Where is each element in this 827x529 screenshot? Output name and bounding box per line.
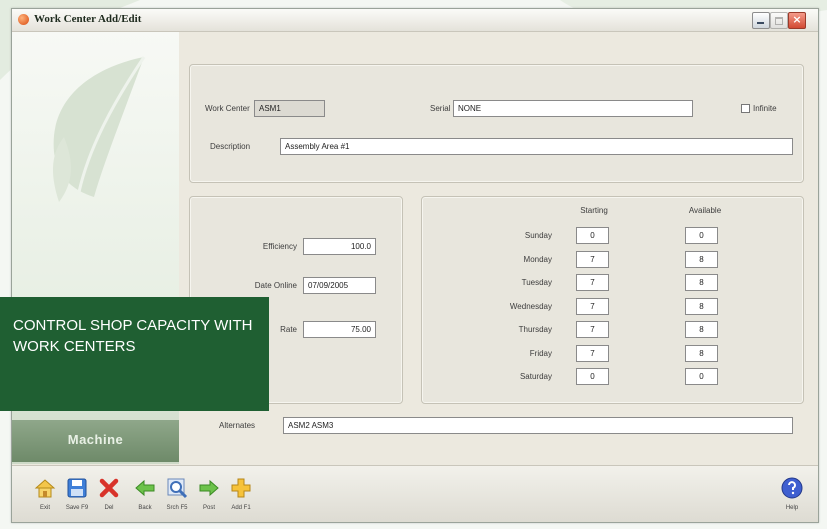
starting-header: Starting [580, 206, 608, 215]
help-button-label: Help [785, 505, 799, 511]
promo-overlay-text: CONTROL SHOP CAPACITY WITH WORK CENTERS [13, 317, 253, 355]
serial-label: Serial [430, 104, 451, 113]
available-hours-field[interactable]: 0 [685, 368, 718, 385]
maximize-button[interactable] [770, 12, 788, 29]
starting-hour-field[interactable]: 7 [576, 321, 609, 338]
available-hours-field[interactable]: 8 [685, 321, 718, 338]
available-hours-field[interactable]: 8 [685, 250, 718, 268]
work-center-header-panel [189, 64, 804, 183]
app-icon [18, 14, 29, 25]
forward-arrow-icon [199, 479, 219, 497]
save-icon [67, 478, 87, 498]
search-icon [167, 478, 188, 499]
sidebar-machine-label: Machine [67, 432, 124, 447]
starting-hour-field[interactable]: 7 [576, 297, 609, 315]
leaf-logo-icon [52, 56, 146, 202]
work-center-label: Work Center [205, 104, 250, 113]
add-plus-icon [231, 478, 251, 498]
infinite-label: Infinite [753, 104, 777, 113]
available-hours-field[interactable]: 8 [685, 344, 718, 362]
date-online-label: Date Online [254, 281, 297, 290]
description-field[interactable]: Assembly Area #1 [280, 138, 793, 155]
starting-hour-field[interactable]: 7 [576, 250, 609, 268]
help-button[interactable]: Help [777, 470, 807, 518]
alternates-field[interactable]: ASM2 ASM3 [283, 417, 793, 434]
close-button[interactable]: × [788, 12, 806, 29]
day-label: Friday [529, 348, 552, 358]
promo-overlay-banner: CONTROL SHOP CAPACITY WITH WORK CENTERS [0, 297, 269, 411]
starting-hour-field[interactable]: 7 [576, 344, 609, 362]
toolbar-button-label: Add F1 [231, 505, 251, 511]
serial-field[interactable]: NONE [453, 100, 693, 117]
day-label: Monday [523, 254, 552, 264]
delete-x-icon [99, 478, 119, 498]
efficiency-label: Efficiency [262, 242, 297, 251]
available-header: Available [688, 206, 722, 215]
rate-field[interactable]: 75.00 [303, 321, 376, 338]
minimize-button[interactable] [752, 12, 770, 29]
title-bar[interactable]: Work Center Add/Edit × [12, 9, 818, 32]
day-label: Sunday [524, 231, 552, 240]
alternates-label: Alternates [219, 421, 256, 430]
home-icon [34, 479, 56, 498]
work-center-field[interactable]: ASM1 [254, 100, 325, 117]
toolbar-button-add-plus[interactable]: Add F1 [226, 470, 256, 518]
infinite-checkbox[interactable] [741, 104, 750, 113]
available-hours-field[interactable]: 0 [685, 227, 718, 244]
window-title: Work Center Add/Edit [34, 13, 142, 25]
back-arrow-icon [135, 479, 155, 497]
day-label: Saturday [519, 372, 552, 381]
starting-hour-field[interactable]: 7 [576, 274, 609, 291]
work-center-window: Work Center Add/Edit × Machine Work Cent… [11, 8, 819, 523]
available-hours-field[interactable]: 8 [685, 274, 718, 291]
bottom-toolbar: Exit Save F9 Del Back Srch F5 Post Add F1 Help [12, 465, 818, 522]
day-label: Wednesday [509, 301, 552, 311]
efficiency-field[interactable]: 100.0 [303, 238, 376, 255]
day-label: Thursday [518, 325, 552, 334]
starting-hour-field[interactable]: 0 [576, 227, 609, 244]
day-label: Tuesday [521, 278, 552, 287]
available-hours-field[interactable]: 8 [685, 297, 718, 315]
date-online-field[interactable]: 07/09/2005 [303, 277, 376, 294]
starting-hour-field[interactable]: 0 [576, 368, 609, 385]
description-label: Description [210, 142, 251, 151]
toolbar-button-delete-x[interactable]: Del [94, 470, 124, 518]
help-icon [781, 477, 803, 499]
